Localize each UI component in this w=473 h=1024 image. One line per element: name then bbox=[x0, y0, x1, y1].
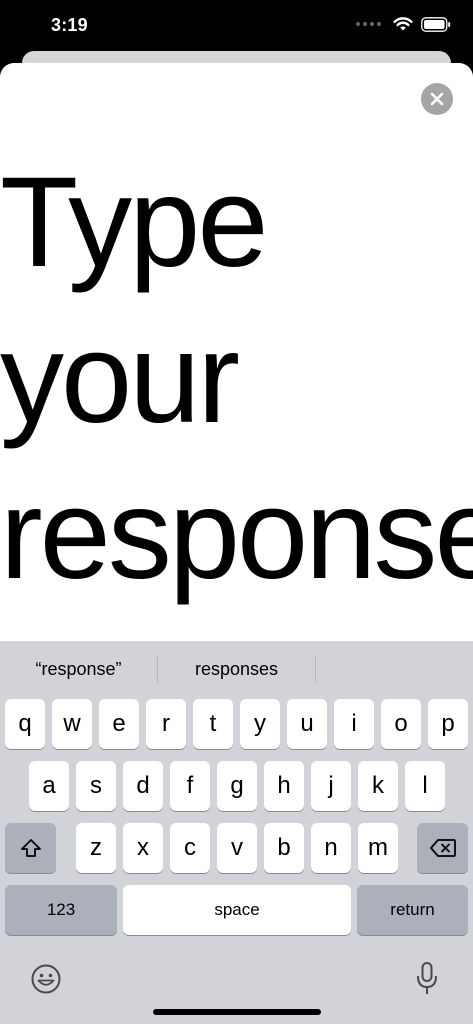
microphone-icon[interactable] bbox=[414, 961, 440, 997]
key-p[interactable]: p bbox=[428, 699, 468, 749]
suggestion-bar: “response” responses bbox=[0, 641, 473, 697]
key-q[interactable]: q bbox=[5, 699, 45, 749]
status-icons bbox=[356, 16, 451, 32]
key-row-4: 123 space return bbox=[0, 885, 473, 937]
home-indicator bbox=[153, 1009, 321, 1015]
suggestion-1[interactable]: “response” bbox=[0, 659, 157, 680]
key-h[interactable]: h bbox=[264, 761, 304, 811]
shift-icon bbox=[20, 839, 41, 857]
signal-dots-icon bbox=[356, 22, 381, 26]
key-i[interactable]: i bbox=[334, 699, 374, 749]
delete-icon bbox=[429, 839, 456, 857]
key-f[interactable]: f bbox=[170, 761, 210, 811]
key-g[interactable]: g bbox=[217, 761, 257, 811]
suggestion-divider bbox=[315, 655, 316, 683]
space-key[interactable]: space bbox=[123, 885, 351, 935]
key-x[interactable]: x bbox=[123, 823, 163, 873]
key-row-1: q w e r t y u i o p bbox=[0, 699, 473, 751]
key-z[interactable]: z bbox=[76, 823, 116, 873]
key-j[interactable]: j bbox=[311, 761, 351, 811]
delete-key[interactable] bbox=[417, 823, 468, 873]
key-d[interactable]: d bbox=[123, 761, 163, 811]
key-row-2: a s d f g h j k l bbox=[0, 761, 473, 813]
numbers-key[interactable]: 123 bbox=[5, 885, 117, 935]
battery-icon bbox=[421, 16, 451, 32]
shift-key[interactable] bbox=[5, 823, 56, 873]
status-bar: 3:19 bbox=[0, 0, 473, 52]
return-key[interactable]: return bbox=[357, 885, 468, 935]
close-button[interactable] bbox=[421, 83, 453, 115]
suggestion-2[interactable]: responses bbox=[158, 659, 315, 680]
key-v[interactable]: v bbox=[217, 823, 257, 873]
key-t[interactable]: t bbox=[193, 699, 233, 749]
phone-screen: 3:19 Type your response “response” respo… bbox=[0, 0, 473, 1024]
key-row-3: z x c v b n m bbox=[0, 823, 473, 875]
status-time: 3:19 bbox=[51, 15, 88, 35]
key-m[interactable]: m bbox=[358, 823, 398, 873]
key-u[interactable]: u bbox=[287, 699, 327, 749]
key-c[interactable]: c bbox=[170, 823, 210, 873]
key-y[interactable]: y bbox=[240, 699, 280, 749]
key-r[interactable]: r bbox=[146, 699, 186, 749]
key-a[interactable]: a bbox=[29, 761, 69, 811]
key-o[interactable]: o bbox=[381, 699, 421, 749]
key-l[interactable]: l bbox=[405, 761, 445, 811]
key-n[interactable]: n bbox=[311, 823, 351, 873]
key-s[interactable]: s bbox=[76, 761, 116, 811]
key-b[interactable]: b bbox=[264, 823, 304, 873]
keyboard: “response” responses q w e r t y u i o p… bbox=[0, 641, 473, 1024]
emoji-icon[interactable] bbox=[30, 963, 62, 995]
key-w[interactable]: w bbox=[52, 699, 92, 749]
wifi-icon bbox=[393, 17, 413, 31]
close-icon bbox=[430, 92, 444, 106]
key-k[interactable]: k bbox=[358, 761, 398, 811]
response-prompt-text[interactable]: Type your response bbox=[0, 145, 473, 613]
key-e[interactable]: e bbox=[99, 699, 139, 749]
